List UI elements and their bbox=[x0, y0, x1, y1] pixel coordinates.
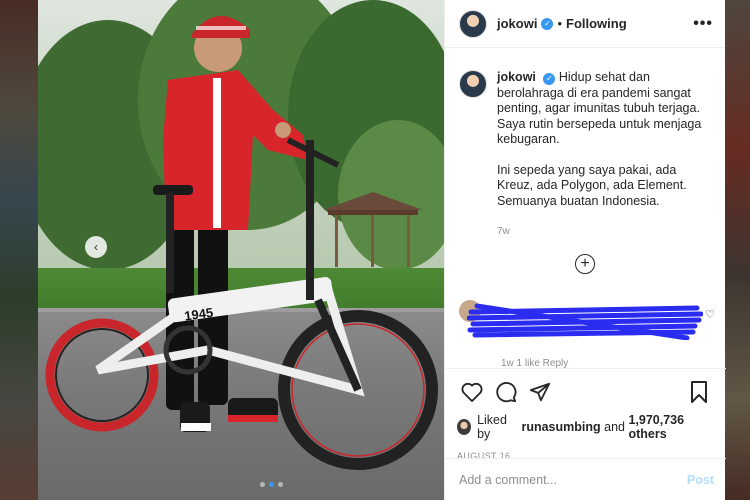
likes-summary: Liked by runasumbing and 1,970,736 other… bbox=[457, 413, 714, 441]
verified-icon: ✓ bbox=[543, 73, 556, 85]
share-icon[interactable] bbox=[525, 377, 555, 407]
carousel-prev-button[interactable]: ‹ bbox=[85, 236, 107, 258]
add-comment-bar: Post bbox=[445, 458, 726, 500]
post-actions: Liked by runasumbing and 1,970,736 other… bbox=[445, 368, 726, 461]
redacted-comment-scribble bbox=[467, 303, 703, 340]
header-separator: • bbox=[557, 16, 563, 31]
heart-icon[interactable] bbox=[457, 377, 487, 407]
bookmark-icon[interactable] bbox=[684, 377, 714, 407]
background-feed-left bbox=[0, 0, 38, 500]
caption-body: jokowi ✓ Hidup sehat dan berolahraga di … bbox=[497, 70, 712, 240]
carousel-dot-active bbox=[269, 482, 274, 487]
carousel-dot bbox=[278, 482, 283, 487]
verified-icon: ✓ bbox=[541, 17, 554, 30]
likes-count[interactable]: 1,970,736 others bbox=[628, 413, 714, 441]
carousel-dot bbox=[260, 482, 265, 487]
load-more-comments-button[interactable]: + bbox=[575, 254, 595, 274]
liker-avatar[interactable] bbox=[457, 419, 472, 435]
caption-text-2: Ini sepeda yang saya pakai, ada Kreuz, a… bbox=[497, 162, 687, 208]
comment-input[interactable] bbox=[459, 472, 687, 487]
more-icon[interactable]: ••• bbox=[693, 15, 713, 33]
post-side-panel: jokowi ✓ • Following ••• jokowi ✓ Hidup … bbox=[444, 0, 726, 500]
background-feed-right bbox=[724, 0, 750, 500]
likes-and: and bbox=[604, 420, 625, 434]
following-button[interactable]: Following bbox=[566, 16, 627, 31]
plus-circle-icon: + bbox=[580, 255, 590, 272]
comments-section[interactable]: jokowi ✓ Hidup sehat dan berolahraga di … bbox=[445, 48, 726, 368]
caption-avatar[interactable] bbox=[459, 70, 487, 98]
likes-prefix: Liked by bbox=[477, 413, 507, 441]
comment-item: ♡ 1w 1 like Reply bbox=[459, 300, 715, 368]
action-icons bbox=[457, 377, 714, 407]
liker-username[interactable]: runasumbing bbox=[521, 420, 600, 434]
comment-like-icon[interactable]: ♡ bbox=[705, 308, 715, 321]
author-avatar[interactable] bbox=[459, 9, 487, 38]
post-header: jokowi ✓ • Following ••• bbox=[445, 0, 725, 48]
comment-meta: 1w 1 like Reply bbox=[501, 358, 569, 368]
author-username[interactable]: jokowi bbox=[497, 16, 537, 31]
comment-icon[interactable] bbox=[491, 377, 521, 407]
carousel-dots bbox=[260, 482, 283, 487]
caption-time[interactable]: 7w bbox=[497, 224, 712, 240]
instagram-post-modal: 1945 ‹ jokowi ✓ • Following ••• jokowi ✓… bbox=[0, 0, 750, 500]
chevron-left-icon: ‹ bbox=[94, 240, 98, 254]
post-photo[interactable]: 1945 ‹ bbox=[38, 0, 444, 500]
caption: jokowi ✓ Hidup sehat dan berolahraga di … bbox=[459, 70, 712, 240]
caption-username[interactable]: jokowi bbox=[497, 70, 536, 84]
post-comment-button[interactable]: Post bbox=[687, 473, 714, 487]
